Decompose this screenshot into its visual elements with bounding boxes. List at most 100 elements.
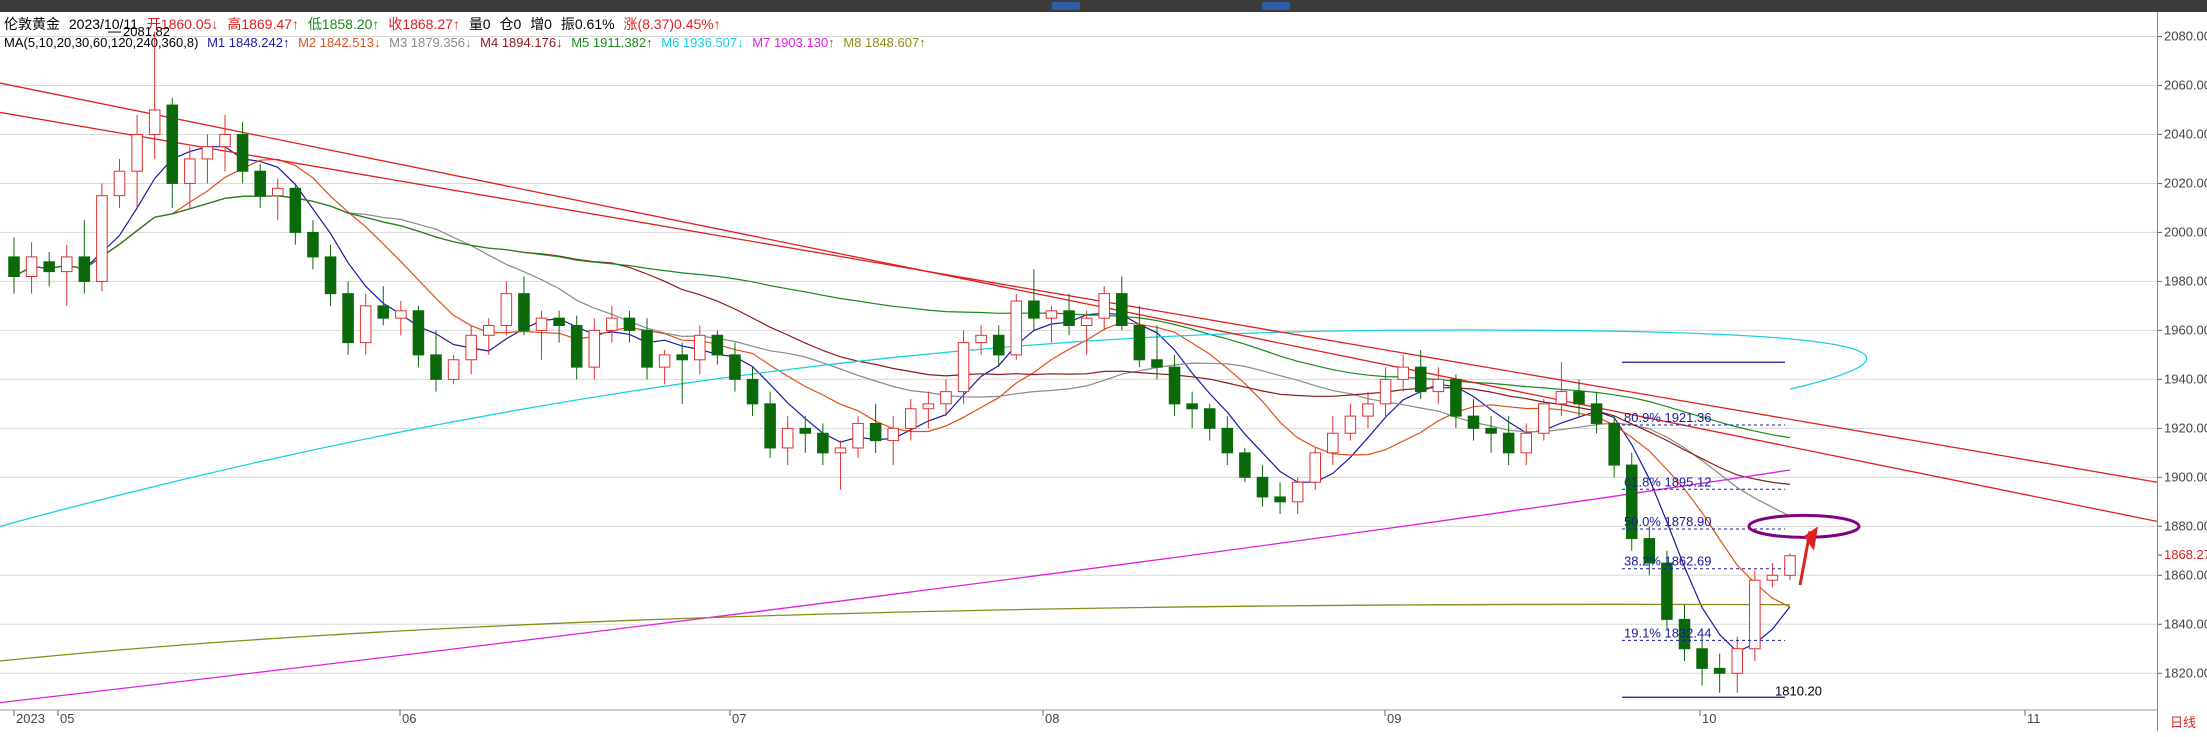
candle-body bbox=[658, 354, 671, 368]
candle-body bbox=[992, 334, 1005, 356]
candle-body bbox=[1749, 579, 1761, 650]
candle-body bbox=[905, 408, 917, 429]
candle-body bbox=[1467, 415, 1480, 429]
candle-body bbox=[1274, 496, 1286, 503]
candle-body bbox=[324, 256, 337, 295]
y-tick-label: 2020.00 bbox=[2164, 175, 2207, 190]
candle-body bbox=[465, 334, 477, 361]
candle-body bbox=[1168, 366, 1181, 405]
candle-body bbox=[922, 403, 935, 410]
candle-body bbox=[1045, 310, 1058, 319]
y-axis-divider bbox=[2157, 12, 2158, 731]
candle-body bbox=[570, 324, 583, 368]
candlestick-chart[interactable]: 19.1% 1832.44 38.2% 1862.69 50.0% 1878.90 6… bbox=[0, 12, 2207, 731]
x-axis: 2023 05 06 07 08 09 10 11 bbox=[13, 710, 2041, 726]
candle-body bbox=[1063, 310, 1075, 326]
fib-level-label: 38.2% 1862.69 bbox=[1624, 554, 1711, 569]
candle-body bbox=[535, 317, 548, 331]
y-tick-label: 1860.00 bbox=[2164, 567, 2207, 582]
ma-line-8 bbox=[0, 603, 1791, 662]
candle-body bbox=[1590, 403, 1603, 424]
y-tick-label: 1840.00 bbox=[2164, 616, 2207, 631]
x-tick-label: 09 bbox=[1387, 711, 1401, 726]
candle-body bbox=[729, 354, 741, 380]
candle-body bbox=[8, 256, 20, 278]
candle-body bbox=[60, 256, 73, 273]
candle-body bbox=[1327, 432, 1339, 454]
low-marker-label: 1810.20 bbox=[1775, 683, 1822, 698]
y-tick-label: 2040.00 bbox=[2164, 126, 2207, 141]
y-tick-label: 2060.00 bbox=[2164, 77, 2207, 92]
window-top-bar bbox=[0, 0, 2207, 12]
candle-body bbox=[25, 256, 38, 278]
candle-body bbox=[1203, 408, 1216, 429]
candle-body bbox=[113, 170, 126, 197]
candle-body bbox=[43, 261, 55, 273]
candle-body bbox=[1713, 667, 1726, 674]
candle-body bbox=[869, 422, 882, 442]
candle-body bbox=[887, 427, 899, 442]
candle-body bbox=[518, 293, 530, 331]
candle-body bbox=[184, 158, 196, 184]
candle-body bbox=[289, 187, 302, 233]
fib-level-label: 50.0% 1878.90 bbox=[1624, 514, 1711, 529]
candle-body bbox=[1573, 391, 1585, 405]
candle-body bbox=[1432, 378, 1445, 393]
candle-body bbox=[1256, 476, 1269, 498]
y-tick-label: 1900.00 bbox=[2164, 469, 2207, 484]
candle-body bbox=[1379, 378, 1392, 405]
x-tick-label: 06 bbox=[402, 711, 416, 726]
x-tick-label: 2023 bbox=[16, 711, 45, 726]
candle-body bbox=[271, 187, 284, 197]
candle-body bbox=[96, 195, 108, 282]
trend-lines bbox=[0, 82, 2158, 523]
candle-body bbox=[377, 305, 390, 319]
candle-body bbox=[588, 329, 601, 368]
candle-body bbox=[940, 391, 952, 405]
candle-body bbox=[395, 310, 407, 319]
candle-body bbox=[1291, 481, 1304, 503]
candle-body bbox=[711, 334, 724, 356]
current-price-label: 1868.27 bbox=[2164, 547, 2207, 562]
candle-body bbox=[1485, 427, 1497, 434]
annotations: 2081.82 1810.20 bbox=[108, 24, 1861, 698]
candle-body bbox=[1608, 422, 1620, 466]
candle-body bbox=[219, 133, 231, 148]
candle-body bbox=[482, 324, 495, 336]
candle-body bbox=[1080, 317, 1093, 326]
candle-body bbox=[307, 231, 319, 258]
candle-body bbox=[236, 133, 249, 172]
candle-body bbox=[1133, 324, 1146, 361]
y-tick-label: 1880.00 bbox=[2164, 518, 2207, 533]
candle-body bbox=[430, 354, 442, 380]
candle-body bbox=[1397, 366, 1409, 380]
fib-level-label: 19.1% 1832.44 bbox=[1624, 625, 1711, 640]
candle-body bbox=[1116, 293, 1128, 326]
candle-body bbox=[1784, 555, 1796, 576]
candle-body bbox=[553, 317, 565, 326]
candle-body bbox=[1186, 403, 1198, 410]
candle-body bbox=[1661, 562, 1673, 620]
ma-line-2 bbox=[13, 158, 1791, 608]
y-tick-label: 1820.00 bbox=[2164, 665, 2207, 680]
candle-body bbox=[359, 305, 372, 344]
candle-body bbox=[1414, 366, 1427, 393]
fib-level-label: 80.9% 1921.36 bbox=[1624, 410, 1711, 425]
candle-body bbox=[676, 354, 688, 361]
x-tick-label: 08 bbox=[1045, 711, 1059, 726]
scroll-handle-right[interactable] bbox=[1262, 2, 1290, 10]
candle-body bbox=[342, 293, 354, 344]
candle-body bbox=[606, 317, 618, 331]
scroll-handle-left[interactable] bbox=[1052, 2, 1080, 10]
x-tick-label: 10 bbox=[1702, 711, 1716, 726]
candle-body bbox=[957, 342, 970, 393]
candle-body bbox=[148, 109, 161, 135]
period-label[interactable]: 日线 bbox=[2170, 712, 2196, 731]
moving-average-lines bbox=[0, 146, 1868, 704]
candle-body bbox=[852, 422, 864, 449]
fib-level-label: 61.8% 1895.12 bbox=[1624, 474, 1711, 489]
candle-body bbox=[1098, 293, 1110, 319]
candle-body bbox=[254, 170, 266, 197]
candle-body bbox=[1309, 452, 1322, 483]
candle-body bbox=[799, 427, 812, 434]
